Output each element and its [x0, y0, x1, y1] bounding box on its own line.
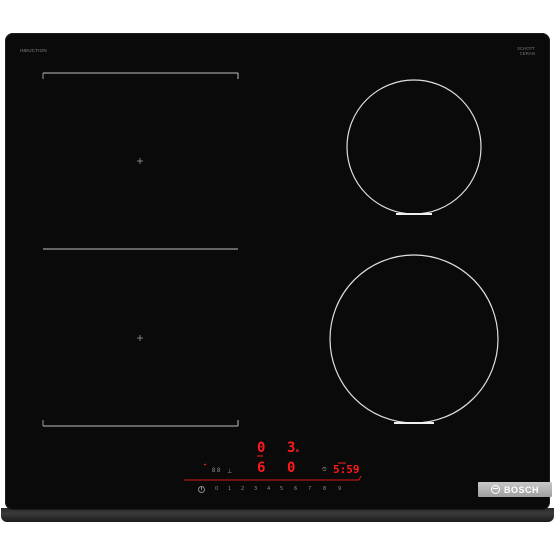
bosch-logo-text: BOSCH — [503, 484, 539, 495]
timer-icon[interactable]: ⏲ — [322, 467, 327, 474]
scale-7[interactable]: 7 — [308, 486, 311, 492]
scale-1[interactable]: 1 — [228, 486, 231, 492]
zone-display-top-left[interactable]: 0 — [257, 440, 265, 456]
timer-display[interactable]: 5:59 — [333, 463, 360, 476]
scale-9[interactable]: 9 — [338, 486, 341, 492]
bosch-logo-icon — [490, 485, 500, 494]
zone-display-top-right[interactable]: 3 — [287, 440, 295, 456]
zone-marker-flex — [203, 463, 207, 466]
scale-6[interactable]: 6 — [294, 486, 297, 492]
zone-display-middle-left[interactable]: 6 — [257, 460, 265, 476]
cooking-zone-large — [329, 254, 499, 424]
scale-4[interactable]: 4 — [267, 486, 270, 492]
control-bar-red-line-end — [358, 475, 362, 481]
scale-8[interactable]: 8 — [323, 486, 326, 492]
flex-indicator[interactable]: 8 8 — [212, 468, 220, 474]
scale-2[interactable]: 2 — [241, 486, 244, 492]
cooking-zone-small — [346, 79, 482, 215]
zone-center-mark-top — [137, 158, 143, 164]
brand-label-induction: INDUCTION — [20, 48, 47, 53]
cooking-zones — [42, 72, 499, 481]
power-icon[interactable] — [198, 486, 205, 493]
scale-3[interactable]: 3 — [254, 486, 257, 492]
zone-display-top-right-sub: a — [296, 448, 299, 454]
scale-0[interactable]: 0 — [215, 486, 218, 492]
brand-label-schott-ceran: SCHOTT CERAN — [516, 46, 535, 56]
scale-5[interactable]: 5 — [280, 486, 283, 492]
bosch-logo-plate: BOSCH — [478, 482, 552, 497]
zone-center-mark-bottom — [137, 335, 143, 341]
flex-zone-icon[interactable]: ⊥ — [227, 468, 232, 475]
zone-display-middle-right[interactable]: 0 — [287, 460, 295, 476]
